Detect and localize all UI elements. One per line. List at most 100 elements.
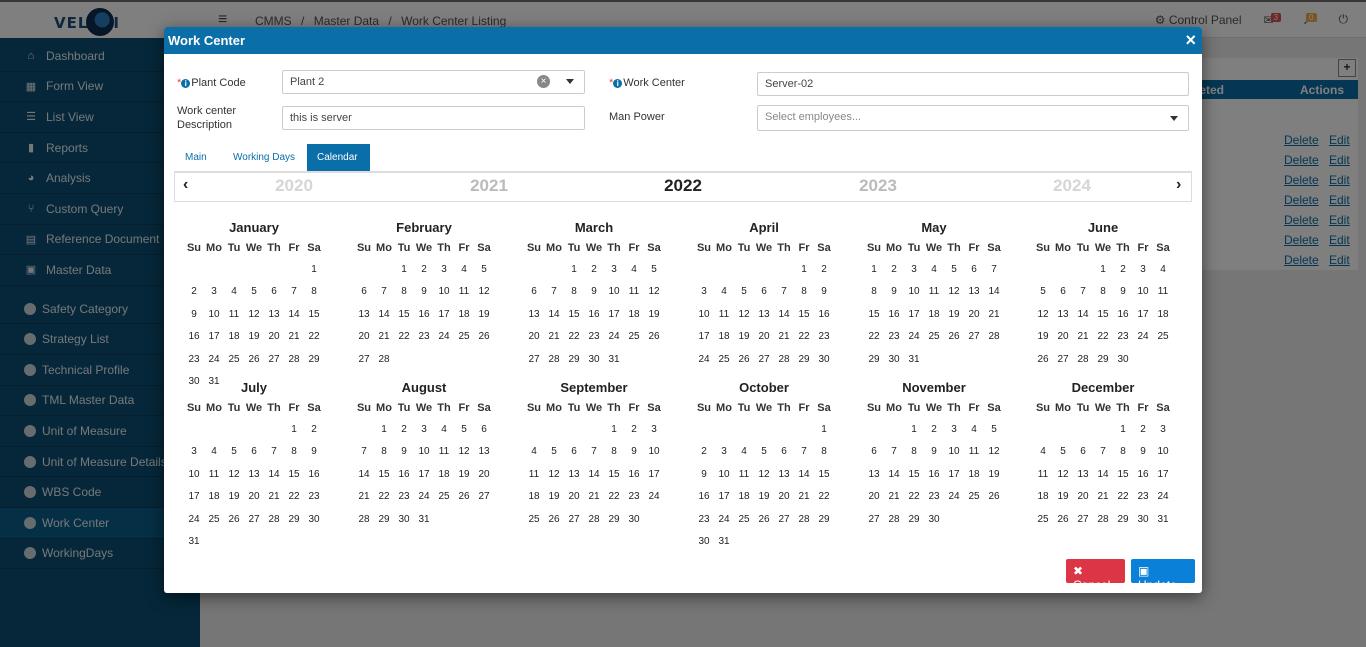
description-input[interactable]: this is server	[282, 106, 585, 130]
calendar-day[interactable]: 4	[734, 446, 754, 457]
calendar-day[interactable]: 8	[604, 446, 624, 457]
calendar-day[interactable]: 27	[264, 354, 284, 365]
calendar-day[interactable]: 16	[414, 309, 434, 320]
calendar-day[interactable]: 25	[714, 354, 734, 365]
calendar-day[interactable]: 20	[244, 491, 264, 502]
calendar-day[interactable]: 22	[864, 331, 884, 342]
calendar-day[interactable]: 12	[454, 446, 474, 457]
calendar-day[interactable]: 22	[604, 491, 624, 502]
calendar-day[interactable]: 11	[1033, 469, 1053, 480]
calendar-day[interactable]: 19	[544, 491, 564, 502]
calendar-day[interactable]: 16	[1133, 469, 1153, 480]
calendar-day[interactable]: 8	[374, 446, 394, 457]
calendar-day[interactable]: 1	[304, 264, 324, 275]
calendar-day[interactable]: 11	[924, 286, 944, 297]
calendar-day[interactable]: 23	[1133, 491, 1153, 502]
calendar-day[interactable]: 14	[984, 286, 1004, 297]
calendar-day[interactable]: 11	[624, 286, 644, 297]
calendar-day[interactable]: 23	[1113, 331, 1133, 342]
calendar-day[interactable]: 3	[944, 424, 964, 435]
calendar-day[interactable]: 12	[944, 286, 964, 297]
calendar-day[interactable]: 19	[944, 309, 964, 320]
calendar-day[interactable]: 29	[1093, 354, 1113, 365]
calendar-day[interactable]: 24	[1153, 491, 1173, 502]
calendar-day[interactable]: 25	[924, 331, 944, 342]
calendar-day[interactable]: 12	[644, 286, 664, 297]
calendar-day[interactable]: 21	[884, 491, 904, 502]
calendar-day[interactable]: 7	[374, 286, 394, 297]
calendar-day[interactable]: 25	[964, 491, 984, 502]
calendar-day[interactable]: 30	[694, 536, 714, 547]
calendar-day[interactable]: 23	[884, 331, 904, 342]
calendar-day[interactable]: 28	[774, 354, 794, 365]
calendar-day[interactable]: 27	[1053, 354, 1073, 365]
calendar-day[interactable]: 27	[864, 514, 884, 525]
calendar-day[interactable]: 12	[224, 469, 244, 480]
calendar-day[interactable]: 18	[434, 469, 454, 480]
calendar-day[interactable]: 28	[1093, 514, 1113, 525]
calendar-day[interactable]: 2	[394, 424, 414, 435]
calendar-day[interactable]: 24	[184, 514, 204, 525]
plant-code-select[interactable]: Plant 2 ×	[282, 70, 585, 94]
calendar-day[interactable]: 1	[794, 264, 814, 275]
calendar-day[interactable]: 13	[754, 309, 774, 320]
calendar-day[interactable]: 29	[284, 514, 304, 525]
calendar-day[interactable]: 14	[584, 469, 604, 480]
calendar-day[interactable]: 18	[624, 309, 644, 320]
calendar-day[interactable]: 26	[1033, 354, 1053, 365]
year-option[interactable]: 2023	[838, 176, 918, 196]
calendar-day[interactable]: 22	[794, 331, 814, 342]
calendar-day[interactable]: 30	[584, 354, 604, 365]
calendar-day[interactable]: 6	[474, 424, 494, 435]
calendar-day[interactable]: 9	[1133, 446, 1153, 457]
calendar-day[interactable]: 30	[624, 514, 644, 525]
calendar-day[interactable]: 23	[584, 331, 604, 342]
calendar-day[interactable]: 5	[644, 264, 664, 275]
calendar-day[interactable]: 20	[964, 309, 984, 320]
calendar-day[interactable]: 8	[394, 286, 414, 297]
calendar-day[interactable]: 5	[474, 264, 494, 275]
calendar-day[interactable]: 23	[414, 331, 434, 342]
calendar-day[interactable]: 15	[794, 309, 814, 320]
calendar-day[interactable]: 9	[624, 446, 644, 457]
calendar-day[interactable]: 16	[584, 309, 604, 320]
calendar-day[interactable]: 29	[814, 514, 834, 525]
calendar-day[interactable]: 17	[434, 309, 454, 320]
calendar-day[interactable]: 29	[864, 354, 884, 365]
calendar-day[interactable]: 3	[694, 286, 714, 297]
calendar-day[interactable]: 4	[204, 446, 224, 457]
calendar-day[interactable]: 9	[394, 446, 414, 457]
calendar-day[interactable]: 5	[544, 446, 564, 457]
calendar-day[interactable]: 2	[1133, 424, 1153, 435]
calendar-day[interactable]: 19	[454, 469, 474, 480]
calendar-day[interactable]: 15	[904, 469, 924, 480]
calendar-day[interactable]: 12	[244, 309, 264, 320]
calendar-day[interactable]: 23	[394, 491, 414, 502]
calendar-day[interactable]: 8	[564, 286, 584, 297]
calendar-day[interactable]: 13	[774, 469, 794, 480]
calendar-day[interactable]: 17	[184, 491, 204, 502]
calendar-day[interactable]: 3	[204, 286, 224, 297]
calendar-day[interactable]: 7	[354, 446, 374, 457]
calendar-day[interactable]: 25	[454, 331, 474, 342]
calendar-day[interactable]: 24	[694, 354, 714, 365]
calendar-day[interactable]: 2	[304, 424, 324, 435]
calendar-day[interactable]: 30	[304, 514, 324, 525]
calendar-day[interactable]: 4	[964, 424, 984, 435]
calendar-day[interactable]: 11	[1153, 286, 1173, 297]
calendar-day[interactable]: 14	[1073, 309, 1093, 320]
calendar-day[interactable]: 26	[244, 354, 264, 365]
calendar-day[interactable]: 23	[304, 491, 324, 502]
calendar-day[interactable]: 12	[734, 309, 754, 320]
calendar-day[interactable]: 1	[284, 424, 304, 435]
calendar-day[interactable]: 14	[284, 309, 304, 320]
calendar-day[interactable]: 20	[564, 491, 584, 502]
calendar-day[interactable]: 9	[184, 309, 204, 320]
calendar-day[interactable]: 25	[224, 354, 244, 365]
calendar-day[interactable]: 19	[734, 331, 754, 342]
calendar-day[interactable]: 1	[604, 424, 624, 435]
calendar-day[interactable]: 31	[184, 536, 204, 547]
calendar-day[interactable]: 21	[984, 309, 1004, 320]
calendar-day[interactable]: 16	[924, 469, 944, 480]
calendar-day[interactable]: 20	[264, 331, 284, 342]
